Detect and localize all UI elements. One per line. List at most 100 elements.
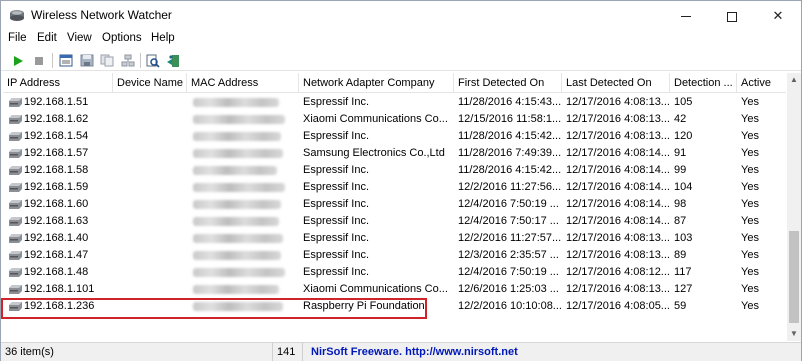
exit-button[interactable] [164, 52, 182, 69]
menu-view[interactable]: View [67, 31, 92, 45]
table-row[interactable]: 192.168.1.58 Espressif Inc. 11/28/2016 4:1… [3, 162, 786, 179]
cell-mac-redacted [193, 268, 285, 277]
scroll-thumb[interactable] [789, 231, 799, 323]
cell-company: Xiaomi Communications Co... [303, 283, 448, 295]
cell-device-name [113, 162, 187, 179]
network-button[interactable] [119, 52, 137, 69]
table-row[interactable]: 192.168.1.40 Espressif Inc. 12/2/2016 11:2… [3, 230, 786, 247]
cell-company: Espressif Inc. [303, 181, 370, 193]
cell-last-detected: 12/17/2016 4:08:13... [566, 130, 670, 142]
cell-first-detected: 12/2/2016 11:27:56... [458, 181, 562, 193]
app-icon [10, 10, 24, 21]
status-detection-count: 141 [273, 343, 303, 361]
table-row[interactable]: 192.168.1.60 Espressif Inc. 12/4/2016 7:50… [3, 196, 786, 213]
table-row[interactable]: 192.168.1.63 Espressif Inc. 12/4/2016 7:50… [3, 213, 786, 230]
column-header-device[interactable]: Device Name [113, 73, 187, 93]
column-header-last[interactable]: Last Detected On [562, 73, 670, 93]
column-header-count[interactable]: Detection ... [670, 73, 737, 93]
table-row[interactable]: 192.168.1.47 Espressif Inc. 12/3/2016 2:35… [3, 247, 786, 264]
cell-last-detected: 12/17/2016 4:08:13... [566, 283, 670, 295]
column-header-company[interactable]: Network Adapter Company [299, 73, 454, 93]
cell-detection-count: 91 [674, 147, 687, 159]
cell-first-detected: 12/3/2016 2:35:57 ... [458, 249, 559, 261]
maximize-button[interactable] [709, 1, 755, 30]
cell-detection-count: 117 [674, 266, 692, 278]
cell-last-detected: 12/17/2016 4:08:13... [566, 96, 670, 108]
cell-company: Espressif Inc. [303, 130, 370, 142]
cell-device-name [113, 179, 187, 196]
cell-active: Yes [741, 130, 759, 142]
properties-button[interactable] [57, 52, 75, 69]
cell-device-name [113, 94, 187, 111]
table-row[interactable]: 192.168.1.48 Espressif Inc. 12/4/2016 7:50… [3, 264, 786, 281]
cell-ip: 192.168.1.51 [24, 96, 89, 108]
table-row[interactable]: 192.168.1.57 Samsung Electronics Co.,Ltd 1… [3, 145, 786, 162]
table-row[interactable]: 192.168.1.101 Xiaomi Communications Co...… [3, 281, 786, 298]
cell-mac-redacted [193, 251, 281, 260]
find-button[interactable] [144, 52, 162, 69]
cell-ip: 192.168.1.101 [24, 283, 95, 295]
minimize-icon [681, 16, 691, 18]
cell-detection-count: 103 [674, 232, 693, 244]
cell-first-detected: 12/2/2016 10:10:08... [458, 300, 562, 312]
cell-first-detected: 12/4/2016 7:50:19 ... [458, 266, 559, 278]
menu-edit[interactable]: Edit [37, 31, 57, 45]
menu-options[interactable]: Options [102, 31, 142, 45]
cell-active: Yes [741, 215, 759, 227]
cell-last-detected: 12/17/2016 4:08:14... [566, 147, 670, 159]
start-button[interactable] [9, 52, 27, 69]
cell-device-name [113, 128, 187, 145]
cell-detection-count: 104 [674, 181, 693, 193]
cell-active: Yes [741, 266, 759, 278]
properties-icon [59, 54, 73, 67]
cell-company: Espressif Inc. [303, 249, 370, 261]
toolbar-separator [52, 53, 53, 68]
cell-detection-count: 120 [674, 130, 693, 142]
cell-active: Yes [741, 181, 759, 193]
cell-device-name [113, 111, 187, 128]
close-icon: ✕ [772, 8, 784, 23]
cell-mac-redacted [193, 115, 285, 124]
cell-first-detected: 12/2/2016 11:27:57... [458, 232, 562, 244]
cell-last-detected: 12/17/2016 4:08:13... [566, 113, 670, 125]
vertical-scrollbar[interactable]: ▲ ▼ [787, 73, 801, 341]
minimize-button[interactable] [663, 1, 709, 30]
nirsoft-link[interactable]: NirSoft Freeware. http://www.nirsoft.net [303, 343, 801, 361]
column-header-active[interactable]: Active [737, 73, 786, 93]
menu-file[interactable]: File [8, 31, 27, 45]
highlight-box [1, 298, 427, 319]
cell-detection-count: 89 [674, 249, 687, 261]
cell-ip: 192.168.1.63 [24, 215, 89, 227]
menu-bar: File Edit View Options Help [1, 30, 801, 49]
cell-active: Yes [741, 96, 759, 108]
cell-company: Espressif Inc. [303, 232, 370, 244]
cell-active: Yes [741, 147, 759, 159]
cell-active: Yes [741, 283, 759, 295]
column-header-mac[interactable]: MAC Address [187, 73, 299, 93]
cell-first-detected: 11/28/2016 4:15:42... [458, 164, 562, 176]
status-bar: 36 item(s) 141 NirSoft Freeware. http://… [1, 342, 801, 361]
cell-active: Yes [741, 300, 759, 312]
copy-button[interactable] [98, 52, 116, 69]
cell-mac-redacted [193, 183, 285, 192]
cell-device-name [113, 196, 187, 213]
menu-help[interactable]: Help [151, 31, 175, 45]
close-button[interactable]: ✕ [755, 1, 801, 30]
scroll-down-arrow-icon[interactable]: ▼ [787, 327, 801, 341]
cell-mac-redacted [193, 217, 279, 226]
table-row[interactable]: 192.168.1.51 Espressif Inc. 11/28/2016 4:1… [3, 94, 786, 111]
table-row[interactable]: 192.168.1.59 Espressif Inc. 12/2/2016 11:2… [3, 179, 786, 196]
column-header-first[interactable]: First Detected On [454, 73, 562, 93]
table-row[interactable]: 192.168.1.54 Espressif Inc. 11/28/2016 4:1… [3, 128, 786, 145]
network-icon [121, 54, 135, 67]
status-item-count: 36 item(s) [1, 343, 273, 361]
table-row[interactable]: 192.168.1.62 Xiaomi Communications Co... 1… [3, 111, 786, 128]
save-button[interactable] [78, 52, 96, 69]
cell-device-name [113, 213, 187, 230]
scroll-up-arrow-icon[interactable]: ▲ [787, 73, 801, 87]
cell-device-name [113, 264, 187, 281]
cell-mac-redacted [193, 166, 277, 175]
column-header-ip[interactable]: IP Address [3, 73, 113, 93]
stop-button[interactable] [30, 52, 48, 69]
cell-ip: 192.168.1.47 [24, 249, 89, 261]
